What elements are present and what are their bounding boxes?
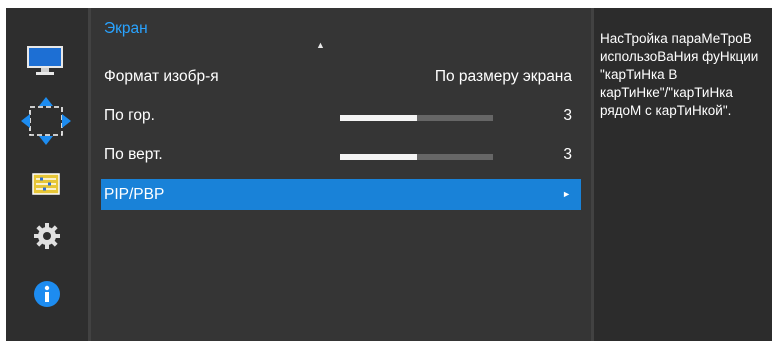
menu-item-label: По верт. bbox=[104, 146, 163, 163]
sidebar bbox=[6, 8, 88, 341]
settings-list-icon[interactable] bbox=[32, 173, 60, 200]
menu-item-value: 3 bbox=[563, 146, 572, 163]
menu-item-label: PIP/PBP bbox=[104, 186, 165, 203]
menu-item-picture-size[interactable]: Формат изобр-я По размеру экрана bbox=[104, 62, 578, 92]
v-position-slider[interactable] bbox=[340, 154, 493, 160]
gear-icon[interactable] bbox=[33, 222, 61, 255]
description-panel: НасТройка параМеТроВ использоВаНия фуНкц… bbox=[594, 8, 772, 341]
info-icon[interactable] bbox=[33, 280, 61, 313]
h-position-slider[interactable] bbox=[340, 115, 493, 121]
menu-item-h-position[interactable]: По гор. 3 bbox=[104, 101, 578, 131]
resize-arrows-icon[interactable] bbox=[20, 96, 72, 151]
monitor-icon[interactable] bbox=[27, 46, 63, 81]
menu-panel bbox=[88, 8, 594, 341]
menu-item-value: 3 bbox=[563, 107, 572, 124]
scroll-up-icon: ▲ bbox=[316, 40, 325, 50]
menu-item-value: По размеру экрана bbox=[434, 68, 572, 85]
menu-item-label: По гор. bbox=[104, 107, 155, 124]
slider-fill bbox=[340, 115, 417, 121]
chevron-right-icon: ► bbox=[562, 189, 571, 199]
slider-fill bbox=[340, 154, 417, 160]
menu-item-pip-pbp[interactable]: PIP/PBP ► bbox=[101, 179, 581, 210]
menu-item-v-position[interactable]: По верт. 3 bbox=[104, 140, 578, 170]
description-text: НасТройка параМеТроВ использоВаНия фуНкц… bbox=[600, 31, 759, 118]
osd-window: НасТройка параМеТроВ использоВаНия фуНкц… bbox=[6, 8, 772, 341]
menu-title: Экран bbox=[104, 20, 148, 37]
menu-item-label: Формат изобр-я bbox=[104, 68, 219, 85]
